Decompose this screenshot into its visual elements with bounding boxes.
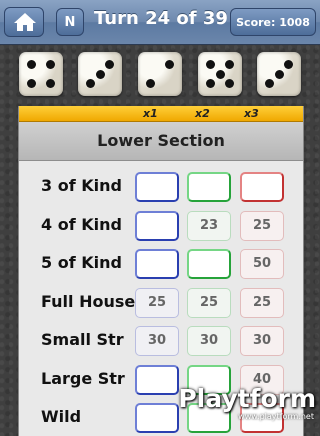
die-3[interactable] (138, 52, 182, 96)
multiplier-label-3: x3 (244, 107, 259, 120)
score-cell-x1[interactable] (135, 210, 179, 241)
die-pip (27, 60, 36, 69)
score-cell-x2[interactable]: 23 (187, 210, 231, 241)
score-cell-x3[interactable]: 30 (240, 326, 284, 356)
multiplier-label-1: x1 (143, 107, 158, 120)
score-cell-x2[interactable] (187, 172, 231, 202)
die-pip (165, 60, 174, 69)
score-row: 5 of Kind 50 (19, 249, 303, 281)
score-button[interactable]: Score: 1008 (230, 8, 316, 36)
die-pip (86, 79, 95, 88)
score-row-label: 3 of Kind (41, 176, 122, 195)
die-pip (206, 60, 215, 69)
score-cell-x3[interactable]: 25 (240, 287, 284, 318)
score-cell-x3[interactable] (240, 172, 284, 202)
die-pip (105, 60, 114, 69)
score-cell-x3[interactable]: 50 (240, 249, 284, 279)
multiplier-bar: x1 x2 x3 (19, 106, 303, 122)
watermark-url: www.playtform.net (238, 412, 314, 421)
dice-tray (0, 52, 320, 98)
score-row-label: 5 of Kind (41, 253, 122, 272)
die-pip (206, 79, 215, 88)
die-pip (225, 60, 234, 69)
watermark: Playtform www.playtform.net (166, 384, 316, 421)
die-pip (46, 60, 55, 69)
score-cell-x2[interactable] (187, 249, 231, 279)
score-row-label: Large Str (41, 368, 125, 388)
die-1[interactable] (19, 52, 63, 96)
score-row: Full House 25 25 25 (19, 287, 303, 320)
score-row-label: Full House (41, 291, 136, 311)
die-pip (225, 79, 234, 88)
score-row: Small Str 30 30 30 (19, 326, 303, 358)
die-pip (46, 79, 55, 88)
score-cell-x1[interactable] (135, 249, 179, 279)
die-5[interactable] (257, 52, 301, 96)
turn-counter: Turn 24 of 39 (94, 8, 228, 29)
score-cell-x1[interactable]: 25 (135, 287, 179, 318)
die-pip (215, 69, 225, 79)
watermark-logo: Playtform (178, 384, 316, 413)
top-bar: N Turn 24 of 39 Score: 1008 (0, 0, 320, 45)
score-cell-x2[interactable]: 25 (187, 287, 231, 318)
score-row-label: 4 of Kind (41, 214, 122, 234)
score-row-label: Wild (41, 407, 82, 426)
new-game-button[interactable]: N (56, 8, 84, 36)
home-icon (14, 13, 36, 31)
score-cell-x3[interactable]: 25 (240, 210, 284, 241)
die-pip (265, 79, 274, 88)
home-button[interactable] (4, 7, 44, 37)
score-row: 3 of Kind (19, 172, 303, 204)
multiplier-label-2: x2 (195, 107, 210, 120)
score-cell-x1[interactable]: 30 (135, 326, 179, 356)
die-pip (146, 79, 155, 88)
die-pip (274, 69, 284, 79)
die-4[interactable] (198, 52, 242, 96)
score-row-label: Small Str (41, 330, 124, 349)
score-cell-x1[interactable] (135, 172, 179, 202)
die-pip (27, 79, 36, 88)
die-2[interactable] (78, 52, 122, 96)
die-pip (284, 60, 293, 69)
die-pip (95, 69, 105, 79)
score-row: 4 of Kind 23 25 (19, 210, 303, 243)
score-cell-x2[interactable]: 30 (187, 326, 231, 356)
section-title: Lower Section (19, 122, 303, 161)
